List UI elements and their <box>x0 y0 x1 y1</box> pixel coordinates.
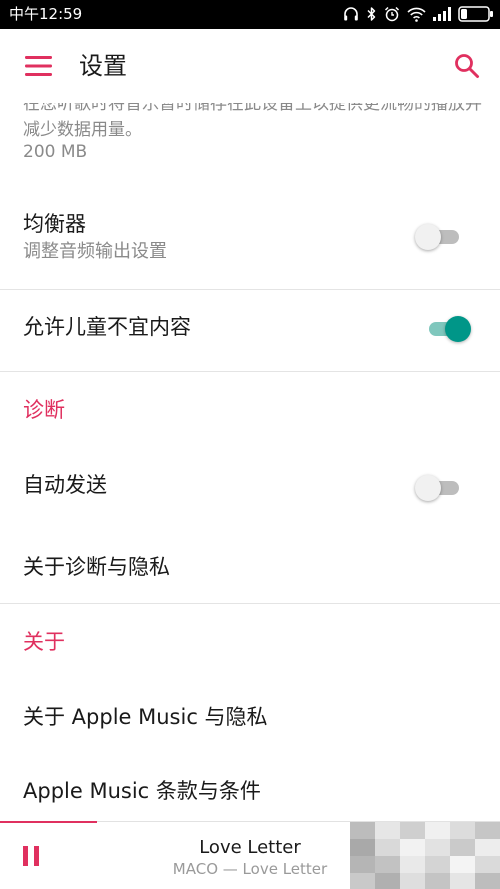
section-header-about: 关于 <box>23 630 65 654</box>
battery-icon <box>458 6 493 22</box>
toggle-thumb <box>445 316 471 342</box>
status-time: 中午12:59 <box>9 5 83 23</box>
headphones-icon <box>344 7 358 21</box>
equalizer-toggle[interactable] <box>415 222 465 252</box>
apple-music-terms-link[interactable]: Apple Music 条款与条件 <box>23 777 261 805</box>
album-artwork-image <box>350 822 500 889</box>
apple-music-privacy-link[interactable]: 关于 Apple Music 与隐私 <box>23 703 268 731</box>
explicit-content-toggle[interactable] <box>423 314 473 344</box>
toggle-thumb <box>415 475 441 501</box>
page-title: 设置 <box>79 52 127 80</box>
track-title: Love Letter <box>199 837 301 858</box>
auto-send-toggle[interactable] <box>415 473 465 503</box>
section-header-diagnostics: 诊断 <box>23 398 65 422</box>
playback-progress <box>0 821 97 823</box>
search-icon <box>455 54 479 78</box>
diagnostics-privacy-link[interactable]: 关于诊断与隐私 <box>23 553 170 581</box>
bluetooth-icon <box>367 7 376 21</box>
auto-send-title: 自动发送 <box>23 473 107 497</box>
pause-icon <box>23 846 39 866</box>
status-icons <box>343 4 494 24</box>
explicit-content-title: 允许儿童不宜内容 <box>23 315 191 339</box>
hamburger-menu-icon <box>24 56 52 76</box>
settings-list[interactable]: 在您听歌时将音乐暂时储存在此设备上以提供更流畅的播放并减少数据用量。 200 M… <box>0 103 500 821</box>
settings-screen: 中午12:59 设置 在您听歌时将音乐暂时储存在此设备上以提供更流畅的播放并减少… <box>0 0 500 889</box>
storage-description: 在您听歌时将音乐暂时储存在此设备上以提供更流畅的播放并减少数据用量。 <box>23 103 482 140</box>
equalizer-subtitle: 调整音频输出设置 <box>23 241 167 262</box>
divider <box>0 289 500 290</box>
status-bar: 中午12:59 <box>0 0 500 29</box>
pause-button[interactable] <box>14 839 48 873</box>
divider <box>0 371 500 372</box>
mini-player[interactable]: Love Letter MACO — Love Letter <box>0 821 500 889</box>
toggle-thumb <box>415 224 441 250</box>
alarm-icon <box>384 6 400 22</box>
signal-icon <box>433 7 451 21</box>
menu-button[interactable] <box>18 49 58 83</box>
storage-value: 200 MB <box>23 142 88 162</box>
wifi-icon <box>407 7 426 22</box>
divider <box>0 603 500 604</box>
search-button[interactable] <box>448 47 486 85</box>
album-artwork[interactable] <box>350 822 500 889</box>
equalizer-title: 均衡器 <box>23 212 86 236</box>
track-artist-album: MACO — Love Letter <box>172 860 328 878</box>
app-bar: 设置 <box>0 29 500 103</box>
